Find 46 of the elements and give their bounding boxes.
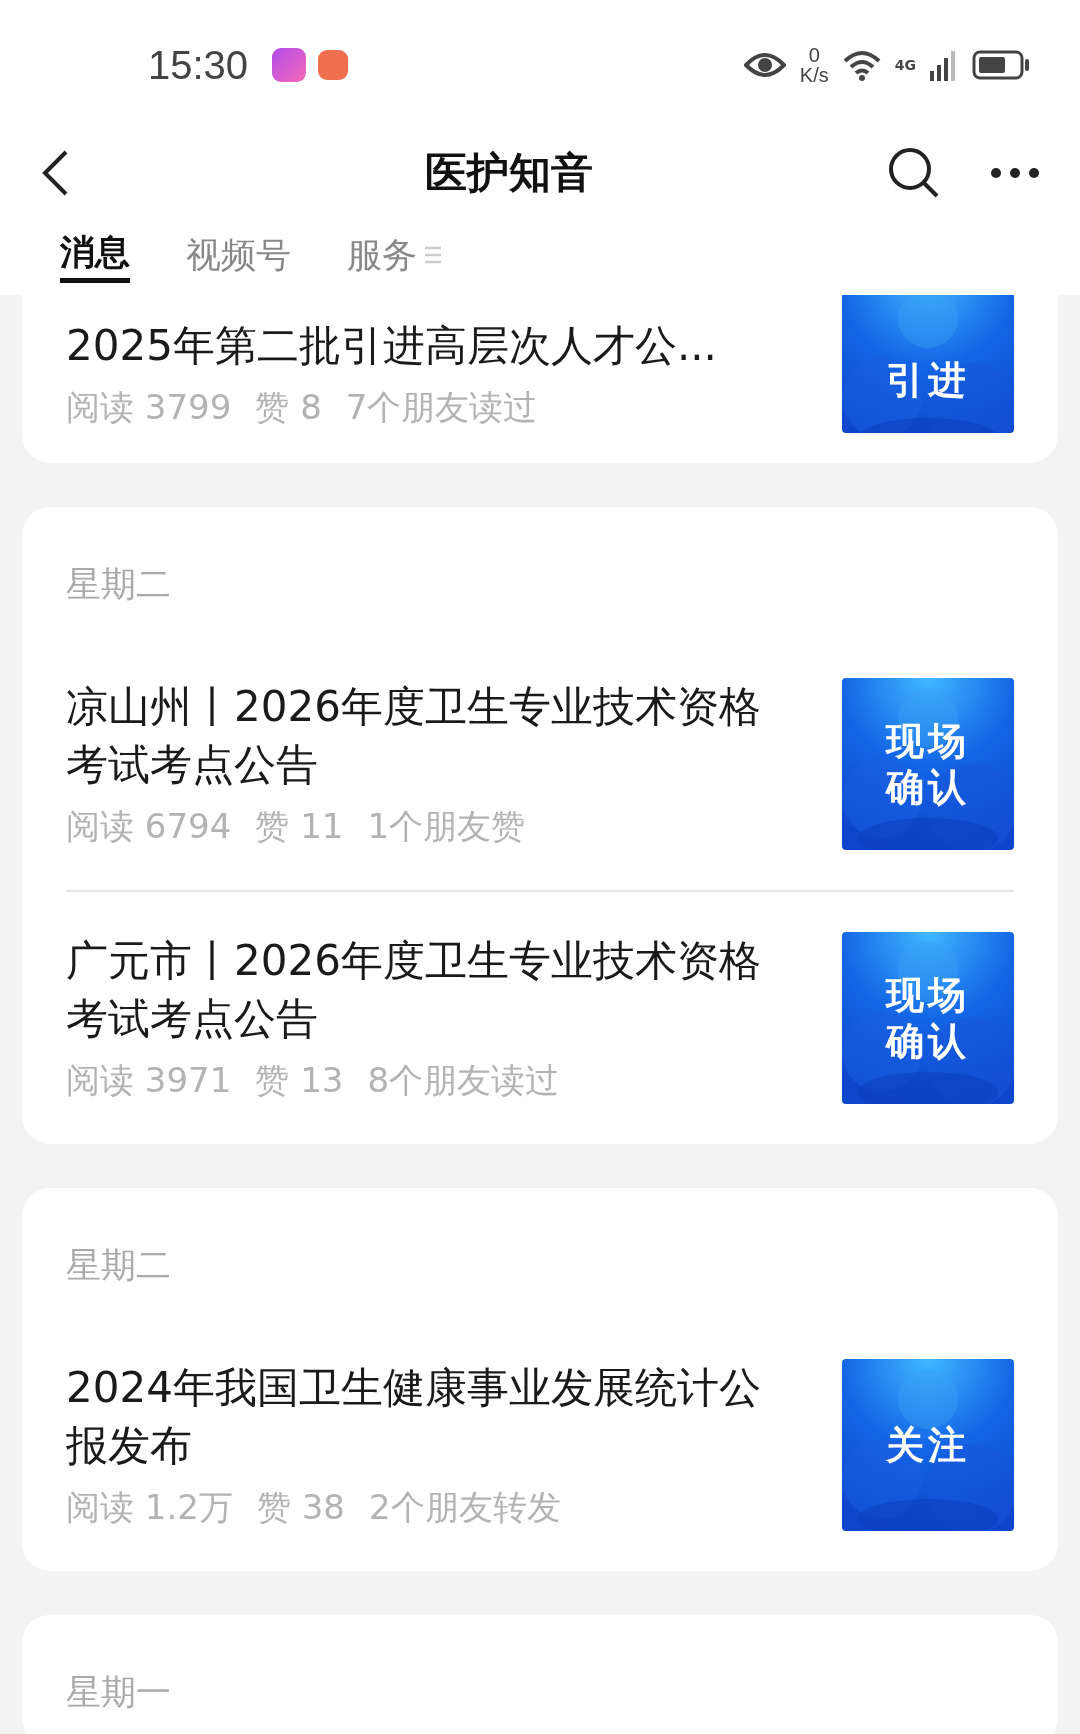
tab[interactable]: 视频号 (186, 227, 291, 283)
article-stat: 阅读 3799 (66, 386, 232, 429)
article-thumbnail[interactable]: 关注 (842, 1359, 1014, 1531)
battery-icon (972, 50, 1030, 80)
day-label: 星期一 (66, 1671, 172, 1714)
thumbnail-caption: 引进 (886, 357, 970, 403)
day-label: 星期二 (66, 1244, 172, 1287)
article-title[interactable]: 广元市丨2026年度卫生专业技术资格考试考点公告 (66, 932, 794, 1048)
signal-icon (930, 49, 958, 81)
article-title[interactable]: 2025年第二批引进高层次人才公... (66, 317, 794, 375)
thumbnail-caption: 确认 (886, 1018, 970, 1064)
article-stat: 赞 13 (255, 1059, 344, 1102)
tab[interactable]: 消息 (60, 227, 130, 283)
article-stat: 赞 38 (256, 1486, 345, 1529)
article-thumbnail[interactable]: 引进 (842, 295, 1014, 433)
weather-app-icon (272, 48, 307, 82)
article-stat: 8个朋友读过 (367, 1059, 560, 1102)
day-label: 星期二 (66, 563, 172, 606)
app-notification-icon (318, 50, 349, 80)
article-stat: 2个朋友转发 (368, 1486, 561, 1529)
article-stat: 阅读 6794 (66, 805, 232, 848)
more-icon[interactable] (990, 166, 1040, 179)
article-stat: 阅读 3971 (66, 1059, 232, 1102)
wifi-icon (842, 49, 881, 81)
article-stat: 7个朋友读过 (345, 386, 538, 429)
tab[interactable]: 服务 (347, 227, 417, 283)
net-speed-value: 0 (808, 45, 820, 65)
search-icon[interactable] (888, 146, 940, 199)
network-type: 4G (894, 57, 916, 73)
article-stat: 阅读 1.2万 (66, 1486, 233, 1529)
thumbnail-caption: 现场 (886, 718, 970, 764)
article-stat: 1个朋友赞 (367, 805, 526, 848)
page-title: 医护知音 (424, 146, 594, 199)
article-title[interactable]: 2024年我国卫生健康事业发展统计公报发布 (66, 1359, 794, 1475)
article-thumbnail[interactable]: 现场 确认 (842, 678, 1014, 850)
back-icon[interactable] (40, 148, 70, 197)
article-title[interactable]: 凉山州丨2026年度卫生专业技术资格考试考点公告 (66, 678, 794, 794)
article-stat: 赞 11 (255, 805, 344, 848)
thumbnail-caption: 现场 (886, 972, 970, 1018)
thumbnail-caption: 关注 (886, 1422, 970, 1468)
article-stat: 赞 8 (255, 386, 322, 429)
thumbnail-caption: 确认 (886, 764, 970, 810)
eye-icon (743, 51, 786, 79)
net-speed-unit: K/s (799, 65, 829, 85)
clock: 15:30 (148, 42, 249, 88)
article-thumbnail[interactable]: 现场 确认 (842, 932, 1014, 1104)
